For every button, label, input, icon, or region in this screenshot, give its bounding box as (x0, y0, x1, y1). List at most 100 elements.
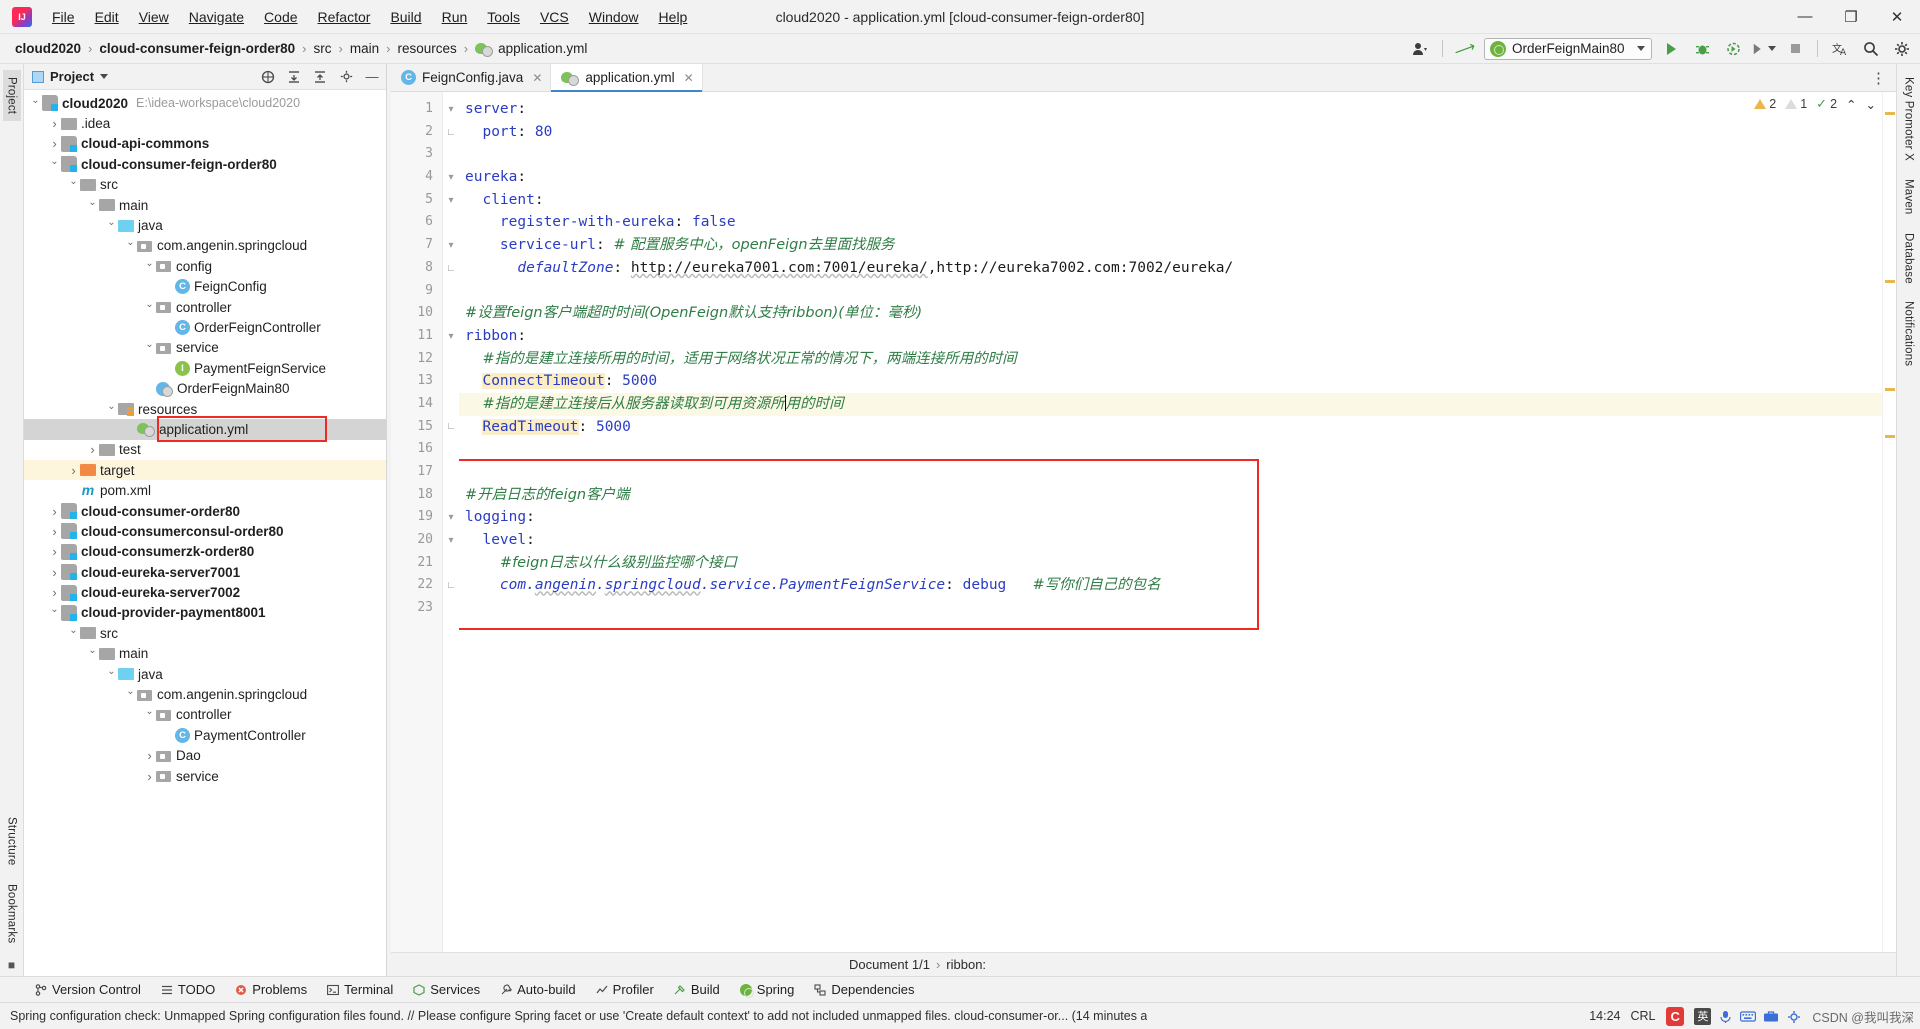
code-line[interactable]: #feign日志以什么级别监控哪个接口 (459, 552, 1882, 575)
menu-help[interactable]: Help (649, 5, 698, 29)
breadcrumb-item-resources[interactable]: resources (394, 40, 459, 57)
chevron-down-icon[interactable] (143, 342, 156, 353)
tree-node-cloud-consumer-feign-order80[interactable]: cloud-consumer-feign-order80 (24, 154, 386, 174)
gear-icon[interactable] (336, 67, 356, 87)
marker-warning[interactable] (1885, 280, 1895, 283)
chevron-down-icon[interactable] (67, 628, 80, 639)
tree-node-orderfeignmain80[interactable]: OrderFeignMain80 (24, 378, 386, 398)
chevron-right-icon[interactable] (48, 504, 61, 519)
tree-node-feignconfig[interactable]: C FeignConfig (24, 277, 386, 297)
project-tree[interactable]: cloud2020 E:\idea-workspace\cloud2020 .ide… (24, 90, 386, 976)
code-line[interactable]: #指的是建立连接所用的时间，适用于网络状况正常的情况下，两端连接所用的时间 (459, 348, 1882, 371)
menu-tools[interactable]: Tools (477, 5, 530, 29)
tool-dependencies[interactable]: Dependencies (805, 980, 923, 999)
code-line[interactable]: port: 80 (459, 121, 1882, 144)
fold-marker-icon[interactable]: ▾ (443, 506, 459, 529)
fold-marker-icon[interactable]: ▾ (443, 529, 459, 552)
fold-marker-icon[interactable]: ▾ (443, 189, 459, 212)
update-project-icon[interactable]: ⟶ (1452, 37, 1478, 60)
chevron-down-icon[interactable] (86, 648, 99, 659)
tool-terminal[interactable]: Terminal (318, 980, 402, 999)
debug-button[interactable] (1690, 38, 1714, 60)
code-line[interactable]: server: (459, 98, 1882, 121)
menu-view[interactable]: View (129, 5, 179, 29)
code-line[interactable]: com.angenin.springcloud.service.PaymentF… (459, 574, 1882, 597)
run-with-coverage-button[interactable] (1721, 38, 1745, 60)
tree-node-com-angenin-springcloud[interactable]: com.angenin.springcloud (24, 684, 386, 704)
code-editor[interactable]: server: port: 80 eureka: client: register… (459, 92, 1882, 952)
account-icon[interactable] (1408, 38, 1432, 60)
tree-node-target[interactable]: target (24, 460, 386, 481)
tree-node-pom-xml[interactable]: m pom.xml (24, 480, 386, 500)
marker-warning[interactable] (1885, 435, 1895, 438)
layout-icon[interactable]: ■ (8, 958, 15, 972)
sidebar-item-key-promoter-x[interactable]: Key Promoter X (1900, 70, 1918, 168)
gear-icon[interactable] (1890, 38, 1914, 60)
fold-marker-icon[interactable]: ▾ (443, 325, 459, 348)
tree-node-cloud-consumerzk-order80[interactable]: cloud-consumerzk-order80 (24, 542, 386, 562)
chevron-down-icon[interactable] (124, 689, 137, 700)
code-line[interactable]: client: (459, 189, 1882, 212)
tree-node-config[interactable]: config (24, 256, 386, 276)
sidebar-item-notifications[interactable]: Notifications (1900, 294, 1918, 373)
tree-node-src[interactable]: src (24, 175, 386, 195)
tree-node-dao[interactable]: Dao (24, 746, 386, 766)
tree-node-test[interactable]: test (24, 440, 386, 460)
translate-icon[interactable]: 文A (1828, 38, 1852, 60)
chevron-right-icon[interactable] (48, 136, 61, 151)
tree-node-cloud-consumer-order80[interactable]: cloud-consumer-order80 (24, 501, 386, 521)
document-indicator[interactable]: Document 1/1 (849, 957, 930, 972)
tree-node-controller[interactable]: controller (24, 705, 386, 725)
tree-node-cloud-consumerconsul-order80[interactable]: cloud-consumerconsul-order80 (24, 521, 386, 541)
chevron-down-icon[interactable] (105, 220, 118, 231)
tree-node-java[interactable]: java (24, 215, 386, 235)
tab-feignconfig-java[interactable]: C FeignConfig.java ✕ (391, 64, 552, 91)
chevron-right-icon[interactable] (143, 748, 156, 763)
code-line[interactable]: eureka: (459, 166, 1882, 189)
chevron-right-icon[interactable] (86, 442, 99, 457)
checks-count[interactable]: ✓ 2 (1816, 96, 1837, 112)
fold-marker-icon[interactable]: ▾ (443, 166, 459, 189)
tool-auto-build[interactable]: Auto-build (491, 980, 585, 999)
menu-navigate[interactable]: Navigate (179, 5, 254, 29)
stop-button[interactable] (1783, 38, 1807, 60)
chevron-down-icon[interactable] (105, 404, 118, 415)
chevron-down-icon[interactable] (29, 98, 42, 109)
breadcrumb-item-module[interactable]: cloud-consumer-feign-order80 (96, 40, 298, 57)
code-line[interactable]: ConnectTimeout: 5000 (459, 370, 1882, 393)
tool-problems[interactable]: Problems (226, 980, 316, 999)
code-line[interactable]: ReadTimeout: 5000 (459, 416, 1882, 439)
sidebar-item-maven[interactable]: Maven (1900, 172, 1918, 222)
fold-marker-icon[interactable]: ▾ (443, 234, 459, 257)
tree-node-service[interactable]: service (24, 766, 386, 786)
code-line[interactable]: #开启日志的feign客户端 (459, 484, 1882, 507)
fold-marker-icon[interactable]: ∟ (443, 416, 459, 439)
chevron-down-icon[interactable] (143, 302, 156, 313)
chevron-right-icon[interactable] (48, 524, 61, 539)
menu-bar[interactable]: File Edit View Navigate Code Refactor Bu… (42, 5, 697, 29)
maximize-button[interactable]: ❐ (1828, 0, 1874, 33)
weak-warning-count[interactable]: 1 (1785, 97, 1807, 111)
tool-build[interactable]: Build (665, 980, 729, 999)
run-button[interactable] (1659, 38, 1683, 60)
chevron-up-icon[interactable]: ⌃ (1846, 97, 1856, 112)
menu-build[interactable]: Build (380, 5, 431, 29)
sidebar-item-database[interactable]: Database (1900, 226, 1918, 291)
tree-node-cloud2020[interactable]: cloud2020 E:\idea-workspace\cloud2020 (24, 93, 386, 113)
chevron-down-icon[interactable]: ⌄ (1866, 97, 1876, 112)
tool-profiler[interactable]: Profiler (587, 980, 663, 999)
tab-application-yml[interactable]: application.yml ✕ (551, 64, 703, 92)
tree-node-application-yml[interactable]: application.yml (24, 419, 386, 440)
code-line[interactable]: #设置feign客户端超时时间(OpenFeign默认支持ribbon)(单位：… (459, 302, 1882, 325)
tree-node-cloud-eureka-server7002[interactable]: cloud-eureka-server7002 (24, 582, 386, 602)
tree-node-cloud-provider-payment8001[interactable]: cloud-provider-payment8001 (24, 603, 386, 623)
yaml-node-breadcrumb[interactable]: ribbon: (946, 957, 986, 972)
tree-node-cloud-api-commons[interactable]: cloud-api-commons (24, 134, 386, 154)
chevron-right-icon[interactable] (67, 463, 80, 478)
inspection-widget[interactable]: 2 1 ✓ 2 ⌃ ⌄ (1754, 96, 1876, 112)
select-opened-file-icon[interactable] (258, 67, 278, 87)
fold-gutter[interactable]: ▾ ∟ ▾ ▾ ▾ ∟ ▾ ∟ ▾ ▾ ∟ (443, 92, 459, 952)
code-line[interactable]: logging: (459, 506, 1882, 529)
code-line[interactable]: defaultZone: http://eureka7001.com:7001/… (459, 257, 1882, 280)
code-line[interactable] (459, 143, 1882, 166)
